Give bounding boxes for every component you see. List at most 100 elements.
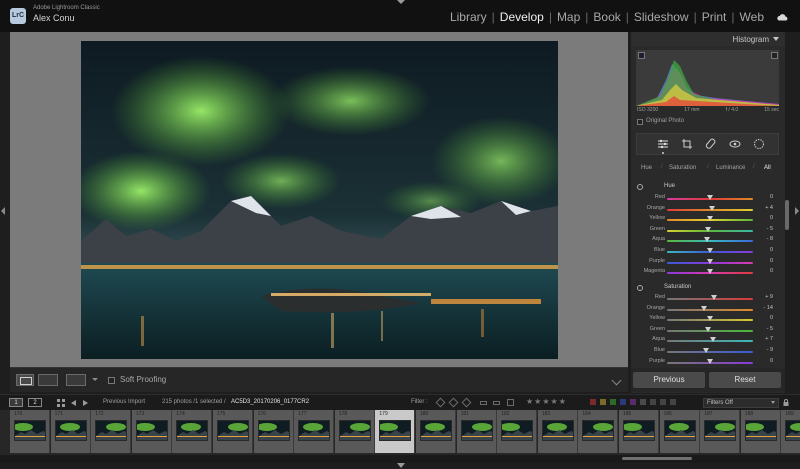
filmstrip-cell[interactable]: 176 bbox=[253, 410, 294, 453]
hue-slider-orange[interactable]: Orange + 4 bbox=[631, 205, 785, 215]
thumbnail[interactable] bbox=[298, 420, 331, 441]
slider-thumb[interactable] bbox=[707, 258, 713, 264]
collapse-right-panel-icon[interactable] bbox=[795, 207, 799, 215]
module-develop[interactable]: Develop bbox=[500, 10, 544, 24]
filmstrip-cell[interactable]: 177 bbox=[294, 410, 335, 453]
collapse-bottom-panel-icon[interactable] bbox=[397, 463, 405, 468]
label-purple-swatch[interactable] bbox=[630, 399, 636, 405]
selected-filename[interactable]: AC5D3_20170206_0177CR2 bbox=[231, 399, 309, 405]
slider-thumb[interactable] bbox=[704, 326, 711, 332]
thumbnail[interactable] bbox=[54, 420, 87, 441]
tab-hue[interactable]: Hue bbox=[641, 165, 652, 171]
filmstrip-cell[interactable]: 173 bbox=[131, 410, 172, 453]
collapse-triangle-icon[interactable] bbox=[773, 37, 779, 41]
toolbar-options-chevron-icon[interactable] bbox=[611, 375, 622, 386]
saturation-slider-purple[interactable]: Purple 0 bbox=[631, 358, 785, 368]
thumbnail[interactable] bbox=[541, 420, 574, 441]
thumbnail[interactable] bbox=[704, 420, 737, 441]
kind-filter-icon[interactable] bbox=[670, 399, 676, 405]
tab-all[interactable]: All bbox=[764, 165, 771, 171]
filter-preset-select[interactable]: Filters Off bbox=[703, 398, 779, 408]
filmstrip-cell[interactable]: 178 bbox=[334, 410, 375, 453]
slider-value[interactable]: 0 bbox=[755, 258, 773, 264]
thumbnail[interactable] bbox=[582, 420, 615, 441]
reset-button[interactable]: Reset bbox=[709, 372, 781, 388]
thumbnail[interactable] bbox=[744, 420, 777, 441]
collapse-left-panel-icon[interactable] bbox=[1, 207, 5, 215]
module-library[interactable]: Library bbox=[450, 10, 487, 24]
masking-icon[interactable] bbox=[753, 138, 765, 150]
back-arrow-icon[interactable] bbox=[71, 400, 76, 406]
hue-slider-purple[interactable]: Purple 0 bbox=[631, 258, 785, 268]
slider-thumb[interactable] bbox=[710, 337, 716, 343]
slider-value[interactable]: 0 bbox=[755, 358, 773, 364]
grid-view-icon[interactable] bbox=[57, 399, 65, 407]
slider-value[interactable]: - 5 bbox=[755, 226, 773, 232]
filmstrip-scrollbar-thumb[interactable] bbox=[622, 457, 692, 460]
forward-arrow-icon[interactable] bbox=[83, 400, 88, 406]
filmstrip-cell[interactable]: 182 bbox=[497, 410, 538, 453]
thumbnail[interactable] bbox=[217, 420, 249, 441]
label-blue-swatch[interactable] bbox=[620, 399, 626, 405]
flag-filter-icon[interactable] bbox=[461, 397, 472, 408]
flag-filter-icon[interactable] bbox=[435, 397, 446, 408]
rating-operator-icon[interactable] bbox=[480, 401, 487, 405]
before-after-swap-button[interactable] bbox=[66, 374, 86, 386]
label-yellow-swatch[interactable] bbox=[600, 399, 606, 405]
slider-thumb[interactable] bbox=[707, 358, 713, 364]
slider-value[interactable]: - 9 bbox=[755, 347, 773, 353]
filmstrip-cell[interactable]: 170 bbox=[10, 410, 50, 453]
slider-value[interactable]: 0 bbox=[755, 268, 773, 274]
loupe-view-button[interactable] bbox=[16, 374, 34, 386]
right-panel-scrollbar[interactable] bbox=[785, 200, 789, 230]
module-map[interactable]: Map bbox=[557, 10, 580, 24]
target-adjustment-icon[interactable] bbox=[637, 285, 643, 291]
slider-value[interactable]: - 8 bbox=[755, 236, 773, 242]
hue-slider-yellow[interactable]: Yellow 0 bbox=[631, 215, 785, 225]
slider-thumb[interactable] bbox=[707, 316, 713, 322]
original-photo-checkbox[interactable] bbox=[637, 119, 643, 125]
slider-value[interactable]: 0 bbox=[755, 194, 773, 200]
filmstrip-cell[interactable]: 189 bbox=[781, 410, 800, 453]
filmstrip-cell[interactable]: 184 bbox=[578, 410, 619, 453]
collapse-top-panel-icon[interactable] bbox=[397, 0, 405, 4]
filmstrip-cell[interactable]: 180 bbox=[416, 410, 456, 453]
thumbnail[interactable] bbox=[95, 420, 128, 441]
label-red-swatch[interactable] bbox=[590, 399, 596, 405]
saturation-slider-aqua[interactable]: Aqua + 7 bbox=[631, 336, 785, 346]
thumbnail[interactable] bbox=[663, 420, 696, 441]
module-print[interactable]: Print bbox=[702, 10, 727, 24]
saturation-slider-red[interactable]: Red + 9 bbox=[631, 294, 785, 304]
filmstrip-source[interactable]: Previous Import bbox=[103, 399, 145, 405]
saturation-slider-green[interactable]: Green - 5 bbox=[631, 326, 785, 336]
slider-thumb[interactable] bbox=[708, 205, 715, 211]
hue-slider-aqua[interactable]: Aqua - 8 bbox=[631, 236, 785, 246]
sliders-icon[interactable] bbox=[657, 138, 669, 150]
thumbnail[interactable] bbox=[176, 420, 209, 441]
shadow-clipping-toggle[interactable] bbox=[638, 52, 645, 59]
histogram-graph[interactable] bbox=[636, 50, 779, 106]
histogram-header[interactable]: Histogram bbox=[631, 32, 785, 46]
soft-proofing-checkbox[interactable] bbox=[108, 377, 115, 384]
main-window-button[interactable]: 1 bbox=[9, 398, 23, 407]
slider-value[interactable]: - 14 bbox=[755, 305, 773, 311]
filmstrip-cell[interactable]: 188 bbox=[740, 410, 781, 453]
slider-value[interactable]: + 4 bbox=[755, 205, 773, 211]
filmstrip-cell[interactable]: 183 bbox=[537, 410, 578, 453]
slider-value[interactable]: + 9 bbox=[755, 294, 773, 300]
thumbnail[interactable] bbox=[785, 420, 800, 441]
filmstrip-cell[interactable]: 186 bbox=[659, 410, 700, 453]
filmstrip-cell[interactable]: 171 bbox=[50, 410, 91, 453]
saturation-slider-orange[interactable]: Orange - 14 bbox=[631, 305, 785, 315]
flag-filter-icon[interactable] bbox=[448, 397, 459, 408]
filmstrip-cell[interactable]: 175 bbox=[213, 410, 253, 453]
filter-lock-icon[interactable] bbox=[783, 399, 789, 406]
slider-thumb[interactable] bbox=[700, 305, 707, 311]
filmstrip-cell[interactable]: 179 bbox=[375, 410, 416, 453]
slider-value[interactable]: + 7 bbox=[755, 336, 773, 342]
thumbnail[interactable] bbox=[460, 420, 493, 441]
slider-thumb[interactable] bbox=[707, 216, 713, 222]
kind-filter-icon[interactable] bbox=[650, 399, 656, 405]
slider-value[interactable]: 0 bbox=[755, 215, 773, 221]
thumbnail[interactable] bbox=[420, 420, 452, 441]
